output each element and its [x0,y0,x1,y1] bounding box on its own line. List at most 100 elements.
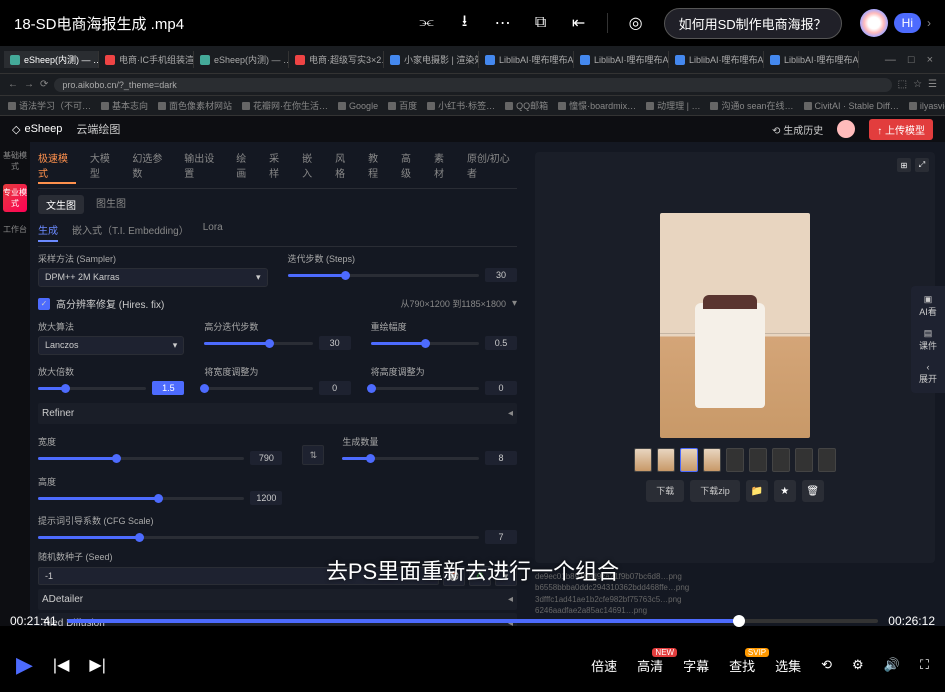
output-image[interactable] [660,213,810,438]
denoise-slider[interactable] [371,342,479,345]
back-icon[interactable]: ← [8,79,18,90]
user-avatar[interactable] [837,120,855,138]
resize-w-value[interactable]: 0 [319,381,351,395]
batch-count-slider[interactable] [342,457,479,460]
thumbnail[interactable] [795,448,813,472]
progress-track[interactable] [67,619,879,623]
maximize-icon[interactable]: □ [908,54,915,66]
extension-icon[interactable]: ☆ [913,79,922,90]
resize-h-value[interactable]: 0 [485,381,517,395]
width-slider[interactable] [38,457,244,460]
bookmark[interactable]: 花瓣网·在你生活… [242,99,328,112]
top-tab[interactable]: 大模型 [90,150,118,184]
collapse-icon[interactable]: ⇤ [569,13,589,33]
hires-steps-value[interactable]: 30 [319,336,351,350]
thumbnail[interactable] [680,448,698,472]
download-icon[interactable]: ⭳ [455,13,475,33]
steps-value[interactable]: 30 [485,268,517,282]
pip-icon[interactable]: ⧉ [531,13,551,33]
tab-embedding[interactable]: 嵌入式（T.I. Embedding） [72,222,189,242]
resize-w-slider[interactable] [204,387,312,390]
browser-tab[interactable]: LiblibAI·哩布哩布AI …× [669,51,764,68]
next-button[interactable]: ▶| [89,655,105,675]
ai-icon[interactable]: ◎ [626,13,646,33]
subtitle-control[interactable]: 字幕 [683,656,709,675]
rail-basic-mode[interactable]: 基础模式 [3,150,27,172]
hires-checkbox[interactable]: ✓ [38,298,50,310]
top-tab[interactable]: 极速模式 [38,150,76,184]
rail-pro-mode[interactable]: 专业模式 [3,184,27,212]
play-button[interactable]: ▶ [16,652,33,678]
thumbnail[interactable] [657,448,675,472]
find-control[interactable]: 查找 SVIP [729,656,755,675]
bookmark[interactable]: CivitAI · Stable Diff… [804,101,899,111]
menu-icon[interactable]: ☰ [928,79,937,90]
expand-icon[interactable]: ⤢ [915,158,929,172]
nav-cloud-draw[interactable]: 云端绘图 [76,121,120,137]
forward-icon[interactable]: → [24,79,34,90]
url-input[interactable]: pro.aikobo.cn/?_theme=dark [54,78,891,92]
upload-model-button[interactable]: ↑ 上传模型 [869,119,933,140]
folder-icon[interactable]: 📁 [746,480,768,502]
grid-icon[interactable]: ⊞ [897,158,911,172]
top-tab[interactable]: 风格 [335,150,354,184]
thumbnail[interactable] [749,448,767,472]
speed-control[interactable]: 倍速 [591,656,617,675]
expand-sidebar-button[interactable]: ‹展开 [919,362,937,385]
tab-txt2img[interactable]: 文生图 [38,195,84,214]
sampler-select[interactable]: DPM++ 2M Karras▾ [38,268,268,287]
bookmark[interactable]: 憧憬·boardmix… [558,99,636,112]
bookmark[interactable]: 百度 [388,99,417,112]
extension-icon[interactable]: ⬚ [898,79,907,90]
browser-tab[interactable]: 电商·IC手机组装渲染…× [99,51,194,68]
bookmark[interactable]: QQ邮箱 [505,99,548,112]
refiner-section[interactable]: Refiner◂ [38,403,517,424]
app-logo[interactable]: ◇ eSheep [12,123,62,136]
ai-question-button[interactable]: 如何用SD制作电商海报？ [664,8,842,39]
thumbnail[interactable] [634,448,652,472]
browser-tab[interactable]: eSheep(内测) — …× [194,51,289,68]
more-icon[interactable]: ⋯ [493,13,513,33]
adetailer-section[interactable]: ADetailer◂ [38,589,517,610]
browser-tab[interactable]: eSheep(内测) — …× [4,51,99,68]
browser-tab[interactable]: 电商·超级写实3×2…× [289,51,384,68]
tab-generate[interactable]: 生成 [38,222,58,242]
bookmark[interactable]: ilyasviel/sd_cont… [909,101,945,111]
resize-h-slider[interactable] [371,387,479,390]
hires-steps-slider[interactable] [204,342,312,345]
browser-tab[interactable]: 小家电摄影 | 渲染效果…× [384,51,479,68]
share-icon[interactable]: ⫘ [417,13,437,33]
volume-icon[interactable]: 🔊 [884,657,900,673]
denoise-value[interactable]: 0.5 [485,336,517,350]
bookmark[interactable]: 语法学习（不可… [8,99,91,112]
loop-icon[interactable]: ⟲ [821,657,832,673]
browser-tab[interactable]: LiblibAI·哩布哩布AI …× [764,51,859,68]
top-tab[interactable]: 幻选参数 [132,150,170,184]
thumbnail[interactable] [703,448,721,472]
quality-control[interactable]: 高清 NEW [637,656,663,675]
courseware-button[interactable]: ▤课件 [919,328,937,352]
height-slider[interactable] [38,497,244,500]
top-tab[interactable]: 教程 [368,150,387,184]
top-tab[interactable]: 嵌入 [302,150,321,184]
browser-tab[interactable]: LiblibAI·哩布哩布AI …× [574,51,669,68]
width-value[interactable]: 790 [250,451,282,465]
bookmark[interactable]: Google [338,101,378,111]
bookmark[interactable]: 动理理 | … [646,99,700,112]
top-tab[interactable]: 素材 [434,150,453,184]
chevron-down-icon[interactable]: ▾ [512,298,517,309]
bookmark[interactable]: 沟通o sean在线… [710,99,793,112]
star-icon[interactable]: ★ [774,480,796,502]
minimize-icon[interactable]: — [885,54,896,66]
swap-wh-icon[interactable]: ⇅ [302,445,324,465]
thumbnail[interactable] [818,448,836,472]
settings-icon[interactable]: ⚙ [852,657,864,673]
episodes-control[interactable]: 选集 [775,656,801,675]
top-tab[interactable]: 原创/初心者 [467,150,517,184]
thumbnail[interactable] [726,448,744,472]
batch-count-value[interactable]: 8 [485,451,517,465]
assistant-badge[interactable]: Hi › [860,9,931,37]
bookmark[interactable]: 面色像素材网站 [158,99,232,112]
thumbnail[interactable] [772,448,790,472]
tab-img2img[interactable]: 图生图 [96,195,126,214]
